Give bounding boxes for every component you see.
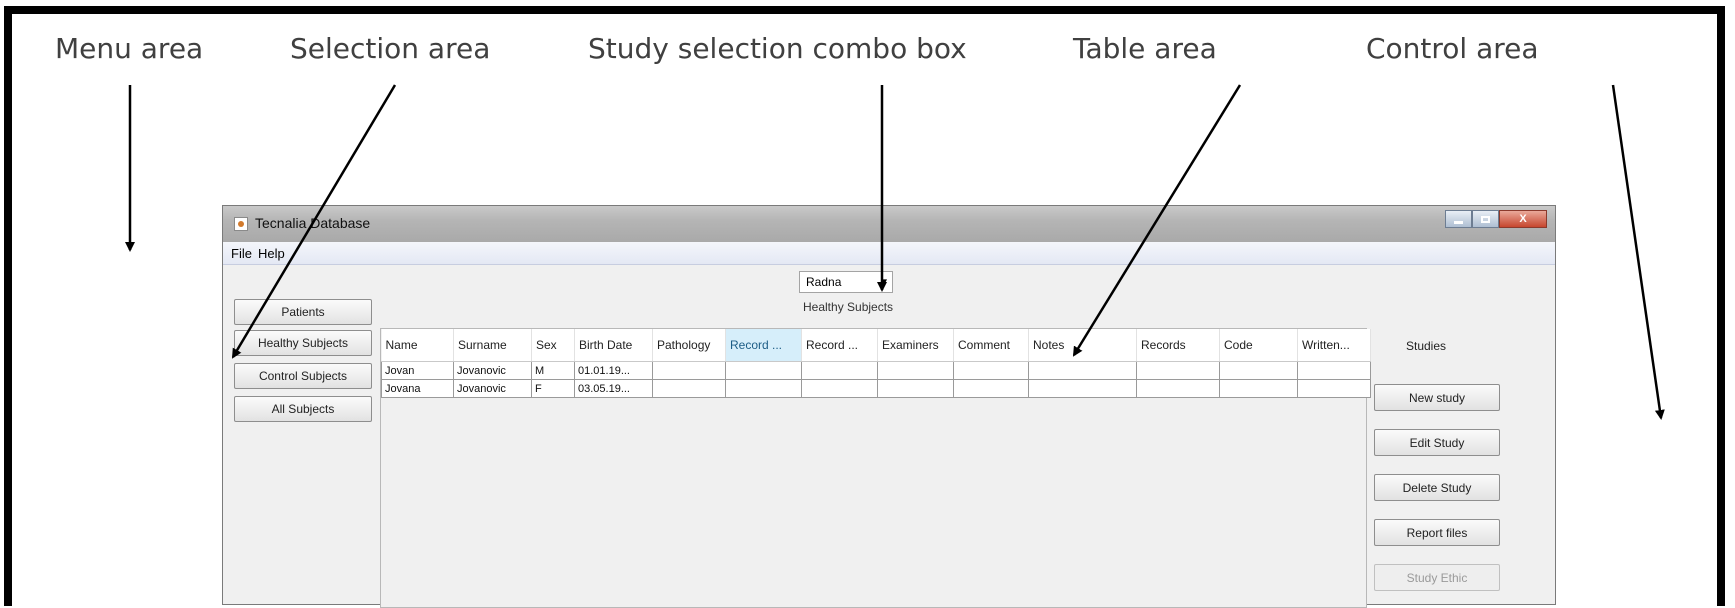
minimize-icon bbox=[1454, 220, 1463, 224]
table-cell[interactable] bbox=[725, 379, 802, 398]
chevron-down-icon[interactable]: ▾ bbox=[881, 275, 887, 288]
menu-file[interactable]: File bbox=[231, 246, 252, 261]
table-cell[interactable]: F bbox=[531, 379, 575, 398]
table-cell[interactable] bbox=[725, 361, 802, 380]
table-cell[interactable] bbox=[1136, 361, 1220, 380]
control-subjects-button[interactable]: Control Subjects bbox=[234, 363, 372, 389]
app-window: Tecnalia Database X File Help Radna ▾ He… bbox=[222, 205, 1556, 608]
table-cell[interactable]: 03.05.19... bbox=[574, 379, 653, 398]
table-cell[interactable] bbox=[953, 379, 1029, 398]
table-cell[interactable] bbox=[953, 361, 1029, 380]
column-header-selected[interactable]: Record ... bbox=[725, 329, 802, 362]
table-cell[interactable] bbox=[1219, 379, 1298, 398]
table-cell[interactable] bbox=[877, 379, 954, 398]
table-cell[interactable] bbox=[652, 361, 726, 380]
column-header[interactable]: Comment bbox=[953, 329, 1029, 362]
table-cell[interactable] bbox=[801, 361, 878, 380]
column-header[interactable]: Code bbox=[1219, 329, 1298, 362]
column-header[interactable]: Examiners bbox=[877, 329, 954, 362]
subjects-table: Name Surname Sex Birth Date Pathology Re… bbox=[381, 329, 1371, 398]
table-cell[interactable] bbox=[1136, 379, 1220, 398]
study-ethic-button[interactable]: Study Ethic bbox=[1374, 564, 1500, 591]
close-button[interactable]: X bbox=[1499, 210, 1547, 228]
table-cell[interactable] bbox=[1028, 379, 1137, 398]
table-row[interactable]: Jovana Jovanovic F 03.05.19... bbox=[381, 379, 1371, 398]
menu-help[interactable]: Help bbox=[258, 246, 285, 261]
edit-study-button[interactable]: Edit Study bbox=[1374, 429, 1500, 456]
title-bar: Tecnalia Database X bbox=[223, 206, 1555, 242]
annotation-table-area: Table area bbox=[1073, 32, 1217, 65]
study-combo-value: Radna bbox=[806, 275, 842, 289]
column-header[interactable]: Birth Date bbox=[574, 329, 653, 362]
table-cell[interactable] bbox=[652, 379, 726, 398]
table-cell[interactable] bbox=[1028, 361, 1137, 380]
all-subjects-button[interactable]: All Subjects bbox=[234, 396, 372, 422]
column-header[interactable]: Record ... bbox=[801, 329, 878, 362]
table-cell[interactable]: Jovanovic bbox=[453, 361, 532, 380]
window-controls: X bbox=[1445, 210, 1547, 228]
annotation-selection-area: Selection area bbox=[290, 32, 491, 65]
annotation-control-area: Control area bbox=[1366, 32, 1539, 65]
column-header[interactable]: Surname bbox=[453, 329, 532, 362]
minimize-button[interactable] bbox=[1445, 210, 1472, 228]
table-cell[interactable]: 01.01.19... bbox=[574, 361, 653, 380]
annotation-study-selection-combo-box: Study selection combo box bbox=[588, 32, 967, 65]
new-study-button[interactable]: New study bbox=[1374, 384, 1500, 411]
table-cell[interactable] bbox=[1297, 379, 1371, 398]
studies-label: Studies bbox=[1406, 339, 1447, 353]
column-header[interactable]: Sex bbox=[531, 329, 575, 362]
annotation-menu-area: Menu area bbox=[55, 32, 204, 65]
maximize-icon bbox=[1481, 215, 1490, 223]
menu-bar: File Help bbox=[223, 242, 1555, 265]
table-cell[interactable]: M bbox=[531, 361, 575, 380]
maximize-button[interactable] bbox=[1472, 210, 1499, 228]
table-cell[interactable] bbox=[1297, 361, 1371, 380]
current-selection-label: Healthy Subjects bbox=[803, 300, 894, 314]
table-cell[interactable]: Jovana bbox=[381, 379, 454, 398]
column-header[interactable]: Written... bbox=[1297, 329, 1371, 362]
close-icon: X bbox=[1519, 213, 1527, 225]
subjects-table-area: Name Surname Sex Birth Date Pathology Re… bbox=[380, 328, 1371, 608]
java-app-icon bbox=[234, 217, 248, 231]
table-cell[interactable] bbox=[877, 361, 954, 380]
column-header[interactable]: Records bbox=[1136, 329, 1220, 362]
patients-button[interactable]: Patients bbox=[234, 299, 372, 325]
study-selection-combo[interactable]: Radna ▾ bbox=[799, 271, 893, 293]
column-header[interactable]: Pathology bbox=[652, 329, 726, 362]
table-row[interactable]: Jovan Jovanovic M 01.01.19... bbox=[381, 361, 1371, 380]
table-cell[interactable] bbox=[801, 379, 878, 398]
window-title: Tecnalia Database bbox=[255, 215, 371, 231]
healthy-subjects-button[interactable]: Healthy Subjects bbox=[234, 330, 372, 356]
report-files-button[interactable]: Report files bbox=[1374, 519, 1500, 546]
table-cell[interactable]: Jovan bbox=[381, 361, 454, 380]
delete-study-button[interactable]: Delete Study bbox=[1374, 474, 1500, 501]
column-header[interactable]: Name bbox=[381, 329, 454, 362]
table-cell[interactable]: Jovanovic bbox=[453, 379, 532, 398]
table-header-row: Name Surname Sex Birth Date Pathology Re… bbox=[381, 329, 1371, 362]
column-header[interactable]: Notes bbox=[1028, 329, 1137, 362]
table-cell[interactable] bbox=[1219, 361, 1298, 380]
